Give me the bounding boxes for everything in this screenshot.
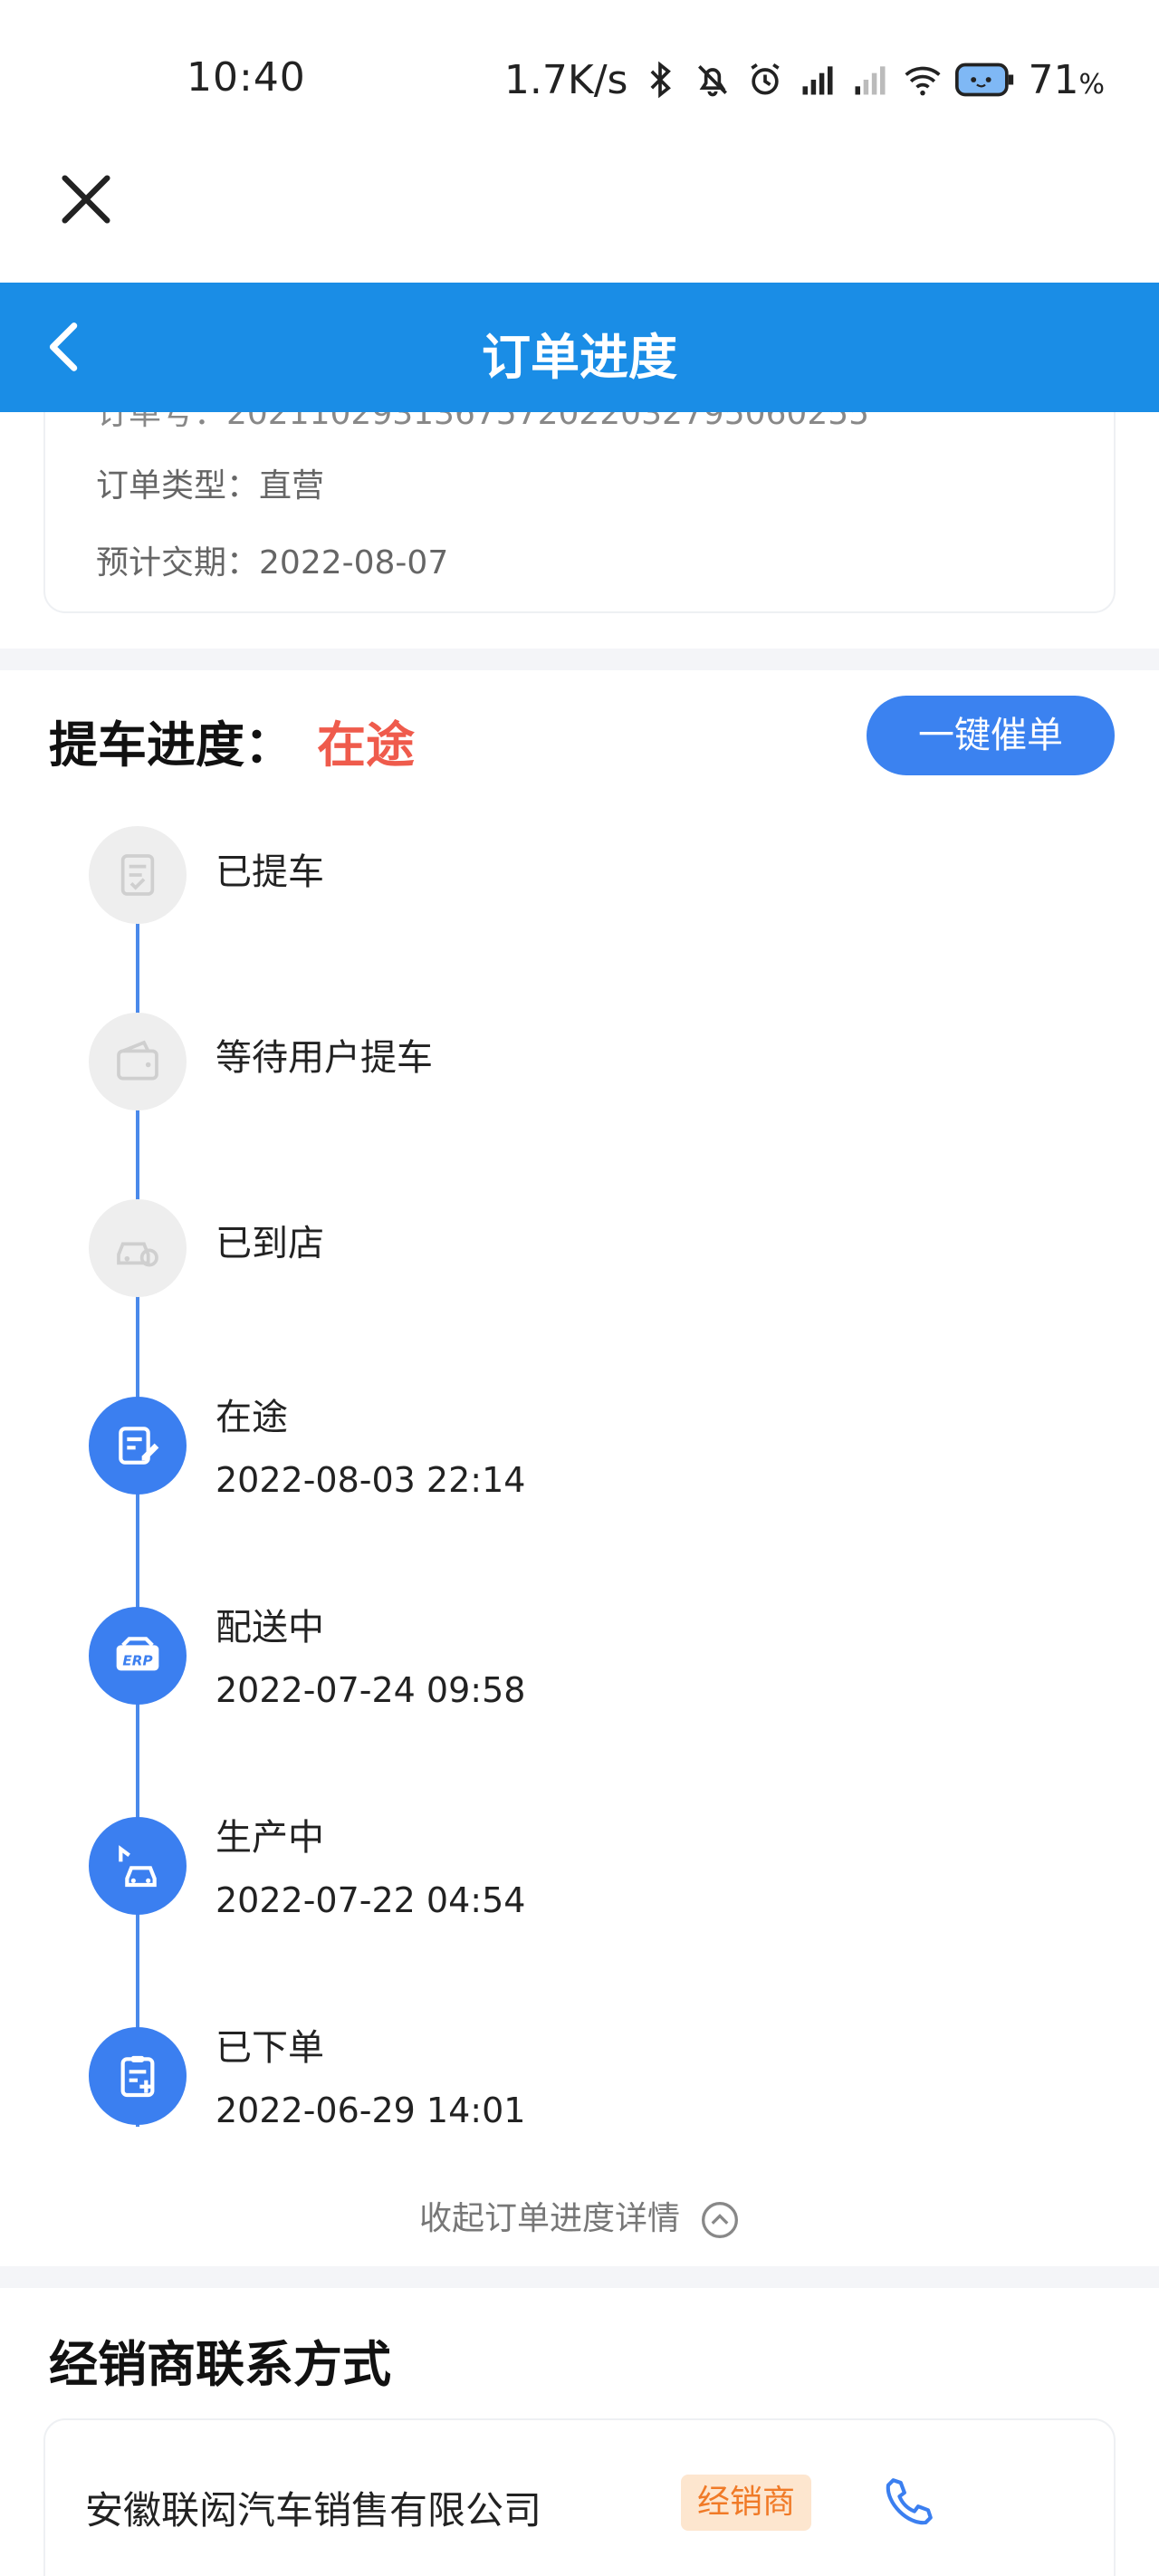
phone-icon[interactable] <box>878 2473 938 2533</box>
step-time: 2022-07-24 09:58 <box>216 1670 526 1710</box>
svg-text:ERP: ERP <box>122 1653 152 1669</box>
collapse-progress-toggle[interactable]: 收起订单进度详情 <box>0 2192 1159 2240</box>
step-title: 已到店 <box>216 1223 324 1264</box>
step-title: 等待用户提车 <box>216 1037 433 1079</box>
wallet-icon <box>89 1013 187 1110</box>
urge-order-button[interactable]: 一键催单 <box>867 696 1115 775</box>
status-bar: 10:40 1.7K/s 71% <box>0 0 1159 159</box>
checklist-icon <box>89 826 187 924</box>
page-title: 订单进度 <box>482 329 677 386</box>
order-type-row: 订单类型：直营 <box>96 467 325 505</box>
status-icons: 1.7K/s 71% <box>504 53 1105 107</box>
delivery-date-row: 预计交期：2022-08-07 <box>96 544 449 582</box>
pickup-status: 在途 <box>317 716 415 774</box>
erp-icon: ERP <box>89 1607 187 1705</box>
step-time: 2022-08-03 22:14 <box>216 1460 526 1500</box>
collapse-label: 收起订单进度详情 <box>418 2200 680 2237</box>
car-store-icon <box>89 1199 187 1297</box>
step-time: 2022-06-29 14:01 <box>216 2091 526 2130</box>
pickup-progress-heading: 提车进度： <box>49 716 293 774</box>
net-speed: 1.7K/s <box>503 56 628 103</box>
chevron-up-icon <box>702 2202 738 2238</box>
order-info-card: 订单号：2021102931367572022032795060255 订单类型… <box>43 412 1116 613</box>
signal-icon <box>802 66 833 95</box>
step-time: 2022-07-22 04:54 <box>216 1880 526 1920</box>
bluetooth-icon <box>651 61 672 99</box>
section-divider <box>0 2266 1159 2288</box>
battery-icon <box>955 62 1014 97</box>
signal-icon <box>855 66 886 95</box>
battery-percent: 71% <box>1028 56 1105 103</box>
status-time: 10:40 <box>187 54 306 101</box>
close-icon[interactable] <box>54 168 118 231</box>
dealer-name: 安徽联闳汽车销售有限公司 <box>85 2488 542 2533</box>
mute-icon <box>698 65 728 97</box>
nav-bar: 订单进度 <box>0 283 1159 412</box>
order-number-row: 订单号：2021102931367572022032795060255 <box>96 412 870 432</box>
step-title: 在途 <box>216 1397 288 1438</box>
edit-doc-icon <box>89 1397 187 1495</box>
section-divider <box>0 649 1159 670</box>
factory-car-icon <box>89 1817 187 1915</box>
step-title: 已下单 <box>216 2027 324 2069</box>
clipboard-add-icon <box>89 2027 187 2125</box>
alarm-icon <box>751 62 781 95</box>
step-title: 已提车 <box>216 851 324 893</box>
step-title: 生产中 <box>216 1817 324 1859</box>
dealer-tag: 经销商 <box>681 2475 812 2531</box>
dealer-card: 安徽联闳汽车销售有限公司 经销商 <box>43 2418 1116 2576</box>
wifi-icon <box>905 66 942 96</box>
step-title: 配送中 <box>216 1607 324 1648</box>
dealer-contact-heading: 经销商联系方式 <box>49 2336 391 2393</box>
